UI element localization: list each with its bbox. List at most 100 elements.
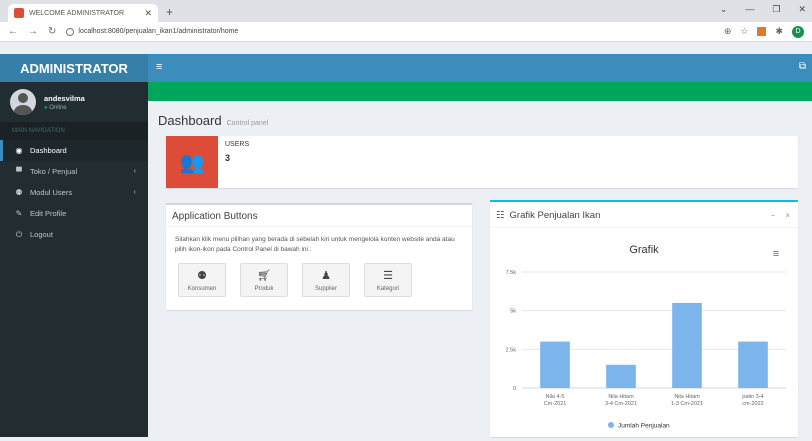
external-link-icon[interactable]: ⧉ (799, 61, 806, 72)
menu-header: MAIN NAVIGATION (0, 122, 148, 140)
app-logo[interactable]: ADMINISTRATOR (0, 54, 148, 82)
puzzle-icon[interactable]: ✱ (775, 26, 783, 37)
hamburger-icon[interactable]: ≡ (156, 61, 162, 73)
chart-box-header: ☷ Grafik Penjualan Ikan (496, 210, 600, 221)
users-info-box[interactable]: 👥 USERS 3 (166, 136, 798, 188)
collapse-icon[interactable]: − (771, 211, 776, 220)
store-icon: ▀ (16, 167, 22, 176)
browser-tab[interactable]: WELCOME ADMINISTRATOR ✕ (8, 4, 158, 22)
list-icon: ☷ (496, 210, 505, 221)
x-tick-label: Nila Hitam (608, 394, 634, 400)
x-tick-label: Nila Hitam (674, 394, 700, 400)
users-icon: ⚉ (15, 188, 23, 197)
sidebar-item-label: Toko / Penjual (30, 167, 78, 176)
top-navbar: ≡ ⧉ (148, 54, 812, 82)
close-icon[interactable]: × (785, 211, 790, 220)
sidebar-item-label: Modul Users (30, 188, 73, 197)
y-tick-label: 5k (510, 309, 516, 315)
x-tick-label: Cm-2021 (544, 401, 567, 407)
box-tools: − × (771, 211, 790, 220)
reload-icon[interactable]: ↻ (48, 26, 56, 37)
info-box-count: 3 (225, 153, 231, 163)
profile-avatar[interactable]: D (792, 25, 804, 38)
button-label: Supplier (314, 285, 337, 292)
sidebar-item-logout[interactable]: ⏻ Logout (0, 224, 148, 245)
sidebar-item-users[interactable]: ⚉ Modul Users ‹ (0, 182, 148, 203)
supplier-button[interactable]: ♟ Supplier (302, 263, 350, 297)
konsumen-button[interactable]: ⚉ Konsumen (178, 263, 226, 297)
green-banner (148, 82, 812, 101)
bar (540, 341, 570, 388)
favicon-icon (14, 8, 24, 18)
chevron-left-icon: ‹ (133, 189, 136, 196)
divider (166, 226, 472, 227)
page-title: Dashboard (158, 113, 222, 128)
bar (738, 341, 768, 388)
legend-marker (608, 422, 614, 428)
close-window-icon[interactable]: ✕ (798, 4, 806, 15)
extensions: ⊕ ☆ ✱ D (724, 25, 804, 38)
install-icon[interactable]: ⊕ (724, 26, 732, 37)
bar (672, 302, 702, 388)
kategori-button[interactable]: ☰ Kategori (364, 263, 412, 297)
sidebar-item-label: Dashboard (30, 146, 67, 155)
main-content: Dashboard Control panel 👥 USERS 3 Applic… (148, 101, 812, 437)
chart-area: Grafik ≡ 0 2.5k 5k 7.5k Nila 4-5 Cm-2021 Nila Hi… (490, 232, 798, 439)
user-panel: andesvilma ● Online (0, 82, 148, 122)
x-tick-label: patin 3-4 (742, 394, 763, 400)
app-buttons: ⚉ Konsumen 🛒︎ Produk ♟ Supplier ☰ Katego… (178, 263, 412, 297)
y-tick-label: 7.5k (506, 270, 517, 276)
page-header: Dashboard Control panel (158, 113, 268, 128)
sales-chart-box: ☷ Grafik Penjualan Ikan − × Grafik ≡ 0 2.5k… (490, 200, 798, 437)
x-tick-label: Nila 4-5 (546, 394, 565, 400)
bar (606, 364, 636, 388)
sidebar-item-label: Edit Profile (30, 209, 67, 218)
chart-menu-icon[interactable]: ≡ (773, 248, 779, 260)
browser-tab-strip: WELCOME ADMINISTRATOR ✕ + ⌄ — ❐ ✕ (0, 0, 812, 22)
info-box-label: USERS (225, 141, 250, 148)
users-icon: 👥 (166, 136, 218, 188)
avatar (10, 89, 36, 115)
sidebar-item-label: Logout (30, 230, 53, 239)
sidebar-item-toko[interactable]: ▀ Toko / Penjual ‹ (0, 161, 148, 182)
button-label: Produk (254, 285, 274, 292)
button-label: Kategori (376, 285, 400, 292)
star-icon[interactable]: ☆ (740, 26, 748, 37)
user-icon: ♟ (321, 269, 331, 282)
forward-icon[interactable]: → (28, 26, 38, 37)
button-label: Konsumen (187, 285, 217, 292)
sidebar: andesvilma ● Online MAIN NAVIGATION ◉ Da… (0, 82, 148, 437)
address-bar: ← → ↻ localhost:8080/penjualan_ikan1/adm… (0, 22, 812, 42)
edit-icon: ✎ (15, 209, 23, 218)
maximize-icon[interactable]: ❐ (772, 4, 780, 15)
new-tab-icon[interactable]: + (166, 5, 173, 19)
produk-button[interactable]: 🛒︎ Produk (240, 263, 288, 297)
url-text: localhost:8080/penjualan_ikan1/administr… (78, 28, 239, 35)
y-tick-label: 2.5k (506, 347, 517, 353)
cart-icon: 🛒︎ (257, 269, 271, 282)
info-icon[interactable] (66, 27, 75, 36)
sidebar-item-dashboard[interactable]: ◉ Dashboard (0, 140, 148, 161)
extension-icon[interactable] (757, 27, 767, 36)
y-tick-label: 0 (513, 386, 516, 392)
chevron-left-icon: ‹ (133, 168, 136, 175)
users-icon: ⚉ (197, 269, 207, 282)
window-controls: ⌄ — ❐ ✕ (720, 4, 806, 15)
sidebar-item-edit-profile[interactable]: ✎ Edit Profile (0, 203, 148, 224)
chart-title: Grafik (629, 244, 659, 256)
x-tick-label: cm-2022 (742, 401, 763, 407)
power-icon: ⏻ (15, 229, 23, 239)
box-description: Silahkan klik menu pilihan yang berada d… (175, 236, 455, 253)
user-status: ● Online (44, 105, 85, 111)
chevron-down-icon[interactable]: ⌄ (720, 4, 728, 15)
url-field[interactable]: localhost:8080/penjualan_ikan1/administr… (66, 25, 713, 39)
x-tick-label: 1-3 Cm-2021 (671, 401, 703, 407)
legend-label: Jumlah Penjualan (618, 423, 670, 430)
close-tab-icon[interactable]: ✕ (144, 8, 152, 19)
back-icon[interactable]: ← (8, 26, 18, 37)
status-text: Online (49, 104, 67, 111)
user-name: andesvilma (44, 93, 85, 103)
minimize-icon[interactable]: — (745, 4, 754, 15)
chart-box-title: Grafik Penjualan Ikan (509, 210, 601, 221)
bar-chart: Grafik ≡ 0 2.5k 5k 7.5k Nila 4-5Cm-2021 Nila Hi… (506, 244, 786, 430)
